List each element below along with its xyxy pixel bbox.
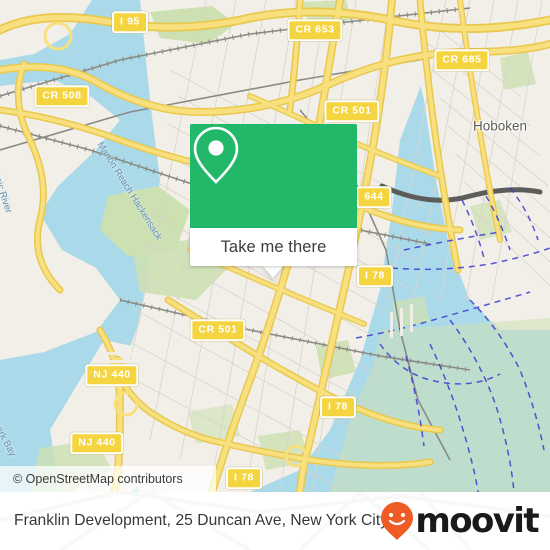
road-shield-cr685[interactable]: CR 685 (434, 49, 490, 71)
map-screenshot: Marion Reach Hackensack Passaic River Ne… (0, 0, 550, 550)
moovit-pin-icon (381, 502, 414, 540)
moovit-logo[interactable]: moovit (380, 501, 540, 541)
road-shield-cr501-north[interactable]: CR 501 (324, 100, 380, 122)
road-shield-i78-mid[interactable]: I 78 (320, 396, 356, 418)
location-title: Franklin Development, 25 Duncan Ave, New… (14, 512, 389, 529)
road-shield-cr508[interactable]: CR 508 (34, 85, 90, 107)
road-shield-644[interactable]: 644 (356, 186, 392, 208)
road-shield-i78-north[interactable]: I 78 (357, 265, 393, 287)
road-shield-i78-south[interactable]: I 78 (226, 467, 262, 489)
road-shield-cr501-south[interactable]: CR 501 (190, 319, 246, 341)
road-shield-nj440-south[interactable]: NJ 440 (70, 432, 124, 454)
bottom-info-bar: Franklin Development, 25 Duncan Ave, New… (0, 492, 550, 550)
callout-pointer-tail (262, 265, 284, 278)
road-shield-i95[interactable]: I 95 (112, 11, 148, 33)
road-shield-nj440-north[interactable]: NJ 440 (85, 364, 139, 386)
map-canvas[interactable]: Marion Reach Hackensack Passaic River Ne… (0, 0, 550, 492)
place-label-hoboken: Hoboken (472, 118, 528, 134)
take-me-there-button[interactable]: Take me there (190, 228, 357, 266)
moovit-wordmark: moovit (415, 501, 539, 541)
road-shield-cr653[interactable]: CR 653 (287, 19, 343, 41)
location-callout-card[interactable]: Take me there (190, 124, 357, 278)
callout-icon-panel (190, 124, 357, 228)
take-me-there-label: Take me there (220, 237, 327, 256)
map-pin-icon (193, 126, 239, 184)
